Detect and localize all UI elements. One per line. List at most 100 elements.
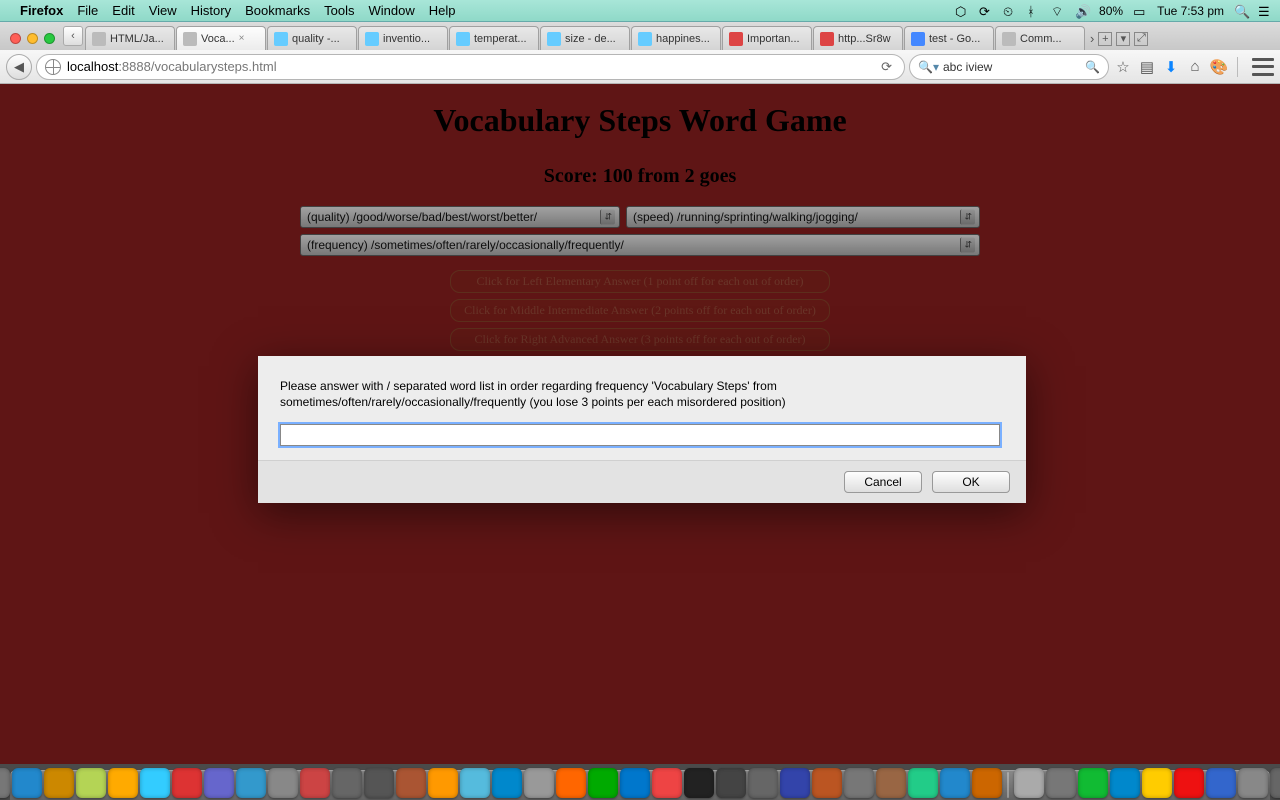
zoom-window-button[interactable]: [44, 33, 55, 44]
dock-app[interactable]: [332, 768, 362, 798]
dock-app[interactable]: [236, 768, 266, 798]
browser-tab[interactable]: Voca...×: [176, 26, 266, 50]
home-icon[interactable]: ⌂: [1185, 57, 1205, 77]
dock-app[interactable]: [1238, 768, 1268, 798]
menu-file[interactable]: File: [77, 3, 98, 18]
site-identity-icon[interactable]: [45, 59, 61, 75]
browser-tab[interactable]: size - de...: [540, 26, 630, 50]
dock-app[interactable]: [652, 768, 682, 798]
tab-favicon: [1002, 32, 1016, 46]
search-go-icon[interactable]: 🔍: [1085, 60, 1100, 74]
dock-app[interactable]: [0, 768, 10, 798]
menu-button[interactable]: [1252, 58, 1274, 76]
dock-app[interactable]: [716, 768, 746, 798]
browser-tab[interactable]: Comm...: [995, 26, 1085, 50]
addon-icon[interactable]: 🎨: [1209, 57, 1229, 77]
tab-close-icon[interactable]: ×: [239, 33, 245, 44]
dock-app[interactable]: [620, 768, 650, 798]
dock-app[interactable]: [588, 768, 618, 798]
minimize-window-button[interactable]: [27, 33, 38, 44]
battery-percent[interactable]: 80%: [1099, 4, 1123, 18]
dock-app[interactable]: [844, 768, 874, 798]
dropbox-icon[interactable]: ⬡: [955, 4, 969, 18]
tab-scroll-left-button[interactable]: ‹: [63, 26, 83, 46]
dock-app[interactable]: [300, 768, 330, 798]
battery-icon[interactable]: ▭: [1133, 4, 1147, 18]
dock-app[interactable]: [972, 768, 1002, 798]
dock-app[interactable]: [172, 768, 202, 798]
spotlight-icon[interactable]: 🔍: [1234, 4, 1248, 18]
browser-tab[interactable]: HTML/Ja...: [85, 26, 175, 50]
browser-tab[interactable]: happines...: [631, 26, 721, 50]
reader-icon[interactable]: ▤: [1137, 57, 1157, 77]
bookmark-star-icon[interactable]: ☆: [1113, 57, 1133, 77]
menubar-clock[interactable]: Tue 7:53 pm: [1157, 4, 1224, 18]
dock-app[interactable]: [1046, 768, 1076, 798]
dock-app[interactable]: [556, 768, 586, 798]
dock-app[interactable]: [1270, 768, 1280, 798]
url-bar[interactable]: localhost:8888/vocabularysteps.html ⟳: [36, 54, 905, 80]
dock-app[interactable]: [876, 768, 906, 798]
dock-app[interactable]: [428, 768, 458, 798]
search-bar[interactable]: 🔍▾ abc iview 🔍: [909, 54, 1109, 80]
menu-view[interactable]: View: [149, 3, 177, 18]
back-button[interactable]: ◀: [6, 54, 32, 80]
dock-app[interactable]: [780, 768, 810, 798]
new-tab-button[interactable]: +: [1098, 32, 1112, 46]
downloads-icon[interactable]: ⬇: [1161, 57, 1181, 77]
dock-app[interactable]: [748, 768, 778, 798]
dock-app[interactable]: [908, 768, 938, 798]
menu-help[interactable]: Help: [429, 3, 456, 18]
dock-app[interactable]: [1110, 768, 1140, 798]
dock-app[interactable]: [684, 768, 714, 798]
dock-app[interactable]: [492, 768, 522, 798]
ok-button[interactable]: OK: [932, 471, 1010, 493]
dock-app[interactable]: [364, 768, 394, 798]
browser-tab[interactable]: Importan...: [722, 26, 812, 50]
notification-center-icon[interactable]: ☰: [1258, 4, 1272, 18]
dock-app[interactable]: [108, 768, 138, 798]
timemachine-icon[interactable]: ⏲: [1003, 4, 1017, 18]
sync-icon[interactable]: ⟳: [979, 4, 993, 18]
dock-app[interactable]: [396, 768, 426, 798]
fullscreen-button[interactable]: ⤢: [1134, 32, 1148, 46]
menu-bookmarks[interactable]: Bookmarks: [245, 3, 310, 18]
wifi-icon[interactable]: ⌔: [1051, 4, 1065, 18]
dock-app[interactable]: [268, 768, 298, 798]
dock-app[interactable]: [1206, 768, 1236, 798]
dock-app[interactable]: [12, 768, 42, 798]
bluetooth-icon[interactable]: ᚼ: [1027, 4, 1041, 18]
dock-app[interactable]: [1014, 768, 1044, 798]
browser-tab[interactable]: inventio...: [358, 26, 448, 50]
volume-icon[interactable]: 🔊: [1075, 4, 1089, 18]
browser-tab[interactable]: temperat...: [449, 26, 539, 50]
dock-app[interactable]: [524, 768, 554, 798]
dock-app[interactable]: [1142, 768, 1172, 798]
dock-app[interactable]: [812, 768, 842, 798]
dock-app[interactable]: [1174, 768, 1204, 798]
dock-app[interactable]: [76, 768, 106, 798]
dock-app[interactable]: [940, 768, 970, 798]
dock-app[interactable]: [204, 768, 234, 798]
dock-app[interactable]: [140, 768, 170, 798]
close-window-button[interactable]: [10, 33, 21, 44]
menu-edit[interactable]: Edit: [112, 3, 134, 18]
menu-window[interactable]: Window: [369, 3, 415, 18]
prompt-input[interactable]: [280, 424, 1000, 446]
dock-app[interactable]: [1078, 768, 1108, 798]
cancel-button[interactable]: Cancel: [844, 471, 922, 493]
menu-tools[interactable]: Tools: [324, 3, 354, 18]
browser-tab[interactable]: quality -...: [267, 26, 357, 50]
search-value: abc iview: [943, 60, 992, 74]
menubar-app-name[interactable]: Firefox: [20, 3, 63, 18]
dock-app[interactable]: [44, 768, 74, 798]
tab-label: test - Go...: [929, 33, 980, 45]
tab-scroll-right-button[interactable]: ›: [1090, 31, 1094, 46]
browser-tab[interactable]: http...Sr8w: [813, 26, 903, 50]
reload-button[interactable]: ⟳: [877, 59, 896, 75]
browser-tab[interactable]: test - Go...: [904, 26, 994, 50]
list-tabs-button[interactable]: ▾: [1116, 32, 1130, 46]
search-engine-icon[interactable]: 🔍▾: [918, 60, 939, 74]
menu-history[interactable]: History: [191, 3, 231, 18]
dock-app[interactable]: [460, 768, 490, 798]
